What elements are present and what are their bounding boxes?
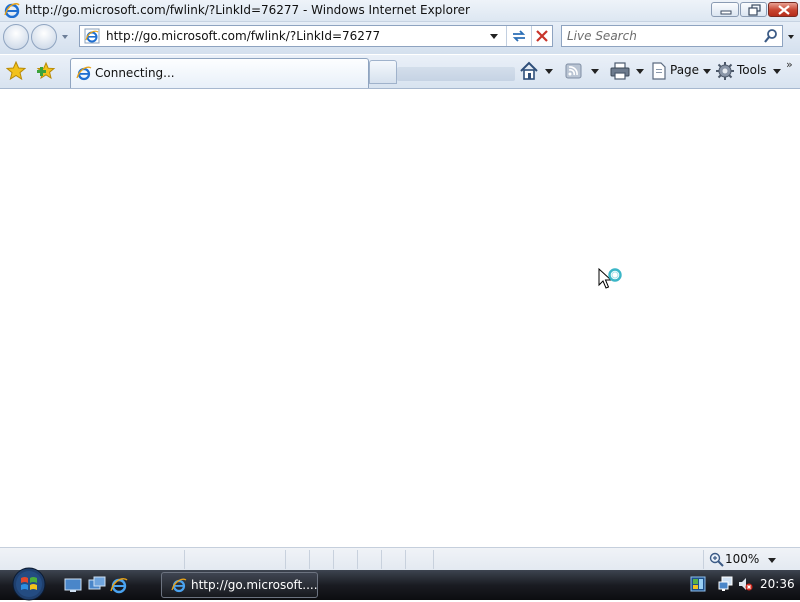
close-icon	[778, 5, 790, 15]
page-icon	[652, 62, 666, 80]
feeds-icon[interactable]	[564, 60, 584, 82]
restore-button[interactable]	[740, 2, 767, 17]
clock[interactable]: 20:36	[760, 577, 795, 591]
navigation-bar: http://go.microsoft.com/fwlink/?LinkId=7…	[0, 22, 800, 54]
feeds-dropdown-icon[interactable]	[590, 60, 600, 82]
start-button[interactable]	[8, 566, 50, 602]
search-icon[interactable]	[763, 28, 779, 44]
status-bar: 100%	[0, 547, 800, 571]
command-bar: Connecting... Page Tools	[0, 55, 800, 89]
search-placeholder[interactable]: Live Search	[567, 29, 637, 43]
refresh-icon[interactable]	[510, 28, 528, 44]
chevron-down-icon	[703, 69, 711, 74]
home-dropdown-icon[interactable]	[544, 60, 554, 82]
title-bar: http://go.microsoft.com/fwlink/?LinkId=7…	[0, 0, 800, 22]
taskbar: http://go.microsoft.... 20:36	[0, 567, 800, 601]
minimize-button[interactable]	[711, 2, 739, 17]
stop-icon[interactable]	[534, 28, 550, 44]
page-content[interactable]	[0, 89, 800, 547]
restore-icon	[748, 4, 761, 16]
ie-logo-icon	[171, 578, 187, 593]
ie-page-icon	[84, 28, 100, 44]
toolbar-overflow-chevron[interactable]: »	[786, 58, 793, 71]
separator	[506, 26, 507, 46]
switch-windows-icon[interactable]	[88, 576, 106, 594]
home-icon[interactable]	[519, 60, 539, 82]
search-options-dropdown-icon[interactable]	[786, 32, 796, 42]
recent-pages-dropdown-icon[interactable]	[60, 32, 70, 42]
separator	[531, 26, 532, 46]
busy-cursor-icon	[598, 267, 622, 289]
volume-muted-icon[interactable]	[737, 576, 753, 592]
ie-logo-icon	[4, 3, 20, 18]
page-menu-button[interactable]: Page	[650, 60, 712, 82]
back-button[interactable]	[3, 24, 29, 50]
network-icon[interactable]	[718, 576, 734, 592]
chevron-down-icon	[773, 69, 781, 74]
status-divider	[357, 550, 358, 569]
address-dropdown-icon[interactable]	[486, 28, 502, 44]
status-divider	[433, 550, 434, 569]
status-divider	[285, 550, 286, 569]
status-divider	[405, 550, 406, 569]
forward-button[interactable]	[31, 24, 57, 50]
status-divider	[703, 550, 704, 569]
taskbar-window-label: http://go.microsoft....	[191, 578, 318, 592]
ie-page-icon	[76, 66, 92, 81]
tools-menu-label: Tools	[737, 63, 767, 77]
add-to-favorites-icon[interactable]	[36, 61, 56, 81]
zoom-dropdown-icon[interactable]	[766, 555, 778, 565]
tab-label: Connecting...	[95, 66, 175, 80]
tab-connecting[interactable]: Connecting...	[70, 58, 369, 88]
status-divider	[184, 550, 185, 569]
address-url[interactable]: http://go.microsoft.com/fwlink/?LinkId=7…	[106, 29, 380, 43]
close-button[interactable]	[768, 2, 798, 17]
search-box[interactable]: Live Search	[561, 25, 783, 47]
ie-quicklaunch-icon[interactable]	[110, 576, 128, 594]
tab-strip	[397, 67, 515, 81]
tools-menu-button[interactable]: Tools	[716, 60, 782, 82]
new-tab-button[interactable]	[369, 60, 397, 84]
print-dropdown-icon[interactable]	[635, 60, 645, 82]
address-bar[interactable]: http://go.microsoft.com/fwlink/?LinkId=7…	[79, 25, 553, 47]
favorites-center-icon[interactable]	[6, 61, 26, 81]
zoom-level[interactable]: 100%	[725, 552, 759, 566]
status-divider	[333, 550, 334, 569]
print-icon[interactable]	[609, 60, 631, 82]
taskbar-window-button[interactable]: http://go.microsoft....	[161, 572, 318, 598]
show-desktop-icon[interactable]	[64, 576, 82, 594]
page-menu-label: Page	[670, 63, 700, 77]
gear-icon	[716, 62, 734, 80]
status-divider	[381, 550, 382, 569]
status-divider	[309, 550, 310, 569]
zoom-icon[interactable]	[709, 552, 725, 568]
windows-sidebar-tray-icon[interactable]	[690, 576, 706, 592]
window-title: http://go.microsoft.com/fwlink/?LinkId=7…	[25, 3, 470, 17]
minimize-icon	[720, 10, 732, 15]
